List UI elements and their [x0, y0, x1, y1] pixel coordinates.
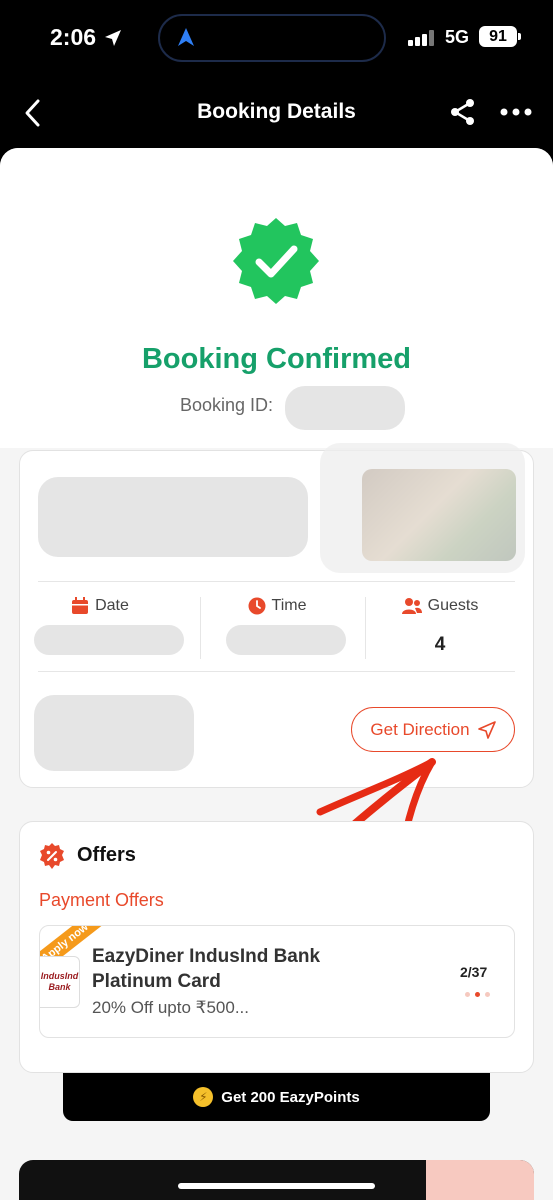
- divider: [38, 671, 515, 672]
- eazypoints-label: Get 200 EazyPoints: [221, 1088, 360, 1106]
- booking-card: Date Time Guests 4 Get Direction: [19, 443, 534, 788]
- discount-badge-icon: [40, 843, 64, 869]
- redaction-scribble: [38, 477, 308, 557]
- redaction-scribble: [320, 443, 525, 573]
- offer-subtitle: 20% Off upto ₹500...: [92, 998, 249, 1017]
- share-icon[interactable]: [448, 96, 478, 128]
- battery-icon: 91: [479, 26, 521, 47]
- promo-image: [426, 1160, 534, 1200]
- status-bar: 2:06 5G 91: [0, 0, 553, 80]
- booking-id-label: Booking ID:: [180, 395, 274, 415]
- guests-label: Guests: [427, 597, 479, 614]
- offers-card: Offers Payment Offers Apply now IndusInd…: [19, 821, 534, 1073]
- more-options-icon[interactable]: [498, 100, 534, 124]
- promo-banner[interactable]: [19, 1160, 534, 1200]
- booking-confirmed-title: Booking Confirmed: [141, 343, 412, 375]
- payment-offers-label: Payment Offers: [39, 890, 164, 910]
- guests-icon: [401, 598, 422, 614]
- confirmation-section: Booking Confirmed Booking ID:: [0, 148, 553, 448]
- content-sheet: Booking Confirmed Booking ID: Date Time: [0, 148, 553, 1200]
- divider: [38, 581, 515, 582]
- navigation-arrow-icon: [477, 720, 496, 739]
- coin-icon: ⚡: [193, 1087, 214, 1107]
- redaction-scribble: [34, 695, 194, 771]
- date-label: Date: [95, 597, 129, 614]
- dynamic-island[interactable]: [158, 14, 386, 62]
- calendar-icon: [72, 597, 89, 614]
- get-direction-button[interactable]: Get Direction: [351, 707, 515, 752]
- eazypoints-banner[interactable]: ⚡ Get 200 EazyPoints: [63, 1073, 490, 1121]
- location-arrow-icon: [105, 30, 121, 46]
- offer-counter: 2/37: [460, 964, 488, 980]
- offer-title: EazyDiner IndusInd Bank Platinum Card: [92, 946, 321, 992]
- offers-title: Offers: [77, 844, 136, 866]
- signal-icon: [408, 30, 434, 46]
- time-label: Time: [271, 597, 307, 614]
- status-time: 2:06: [50, 24, 97, 50]
- redaction-scribble: [34, 625, 184, 655]
- offer-item[interactable]: Apply now IndusInd Bank EazyDiner IndusI…: [39, 925, 515, 1038]
- navigation-arrow-icon: [178, 28, 194, 46]
- guests-value: 4: [434, 634, 446, 655]
- get-direction-label: Get Direction: [370, 719, 470, 739]
- network-type: 5G: [445, 27, 470, 47]
- carousel-dots: [465, 992, 490, 997]
- clock-icon: [248, 597, 266, 615]
- verified-check-icon: [233, 218, 319, 304]
- home-indicator: [178, 1183, 375, 1189]
- nav-bar: Booking Details: [0, 80, 553, 148]
- redaction-scribble: [285, 386, 405, 430]
- redaction-scribble: [226, 625, 346, 655]
- bank-logo: IndusInd Bank: [40, 956, 80, 1008]
- guests-column: Guests 4: [360, 597, 520, 657]
